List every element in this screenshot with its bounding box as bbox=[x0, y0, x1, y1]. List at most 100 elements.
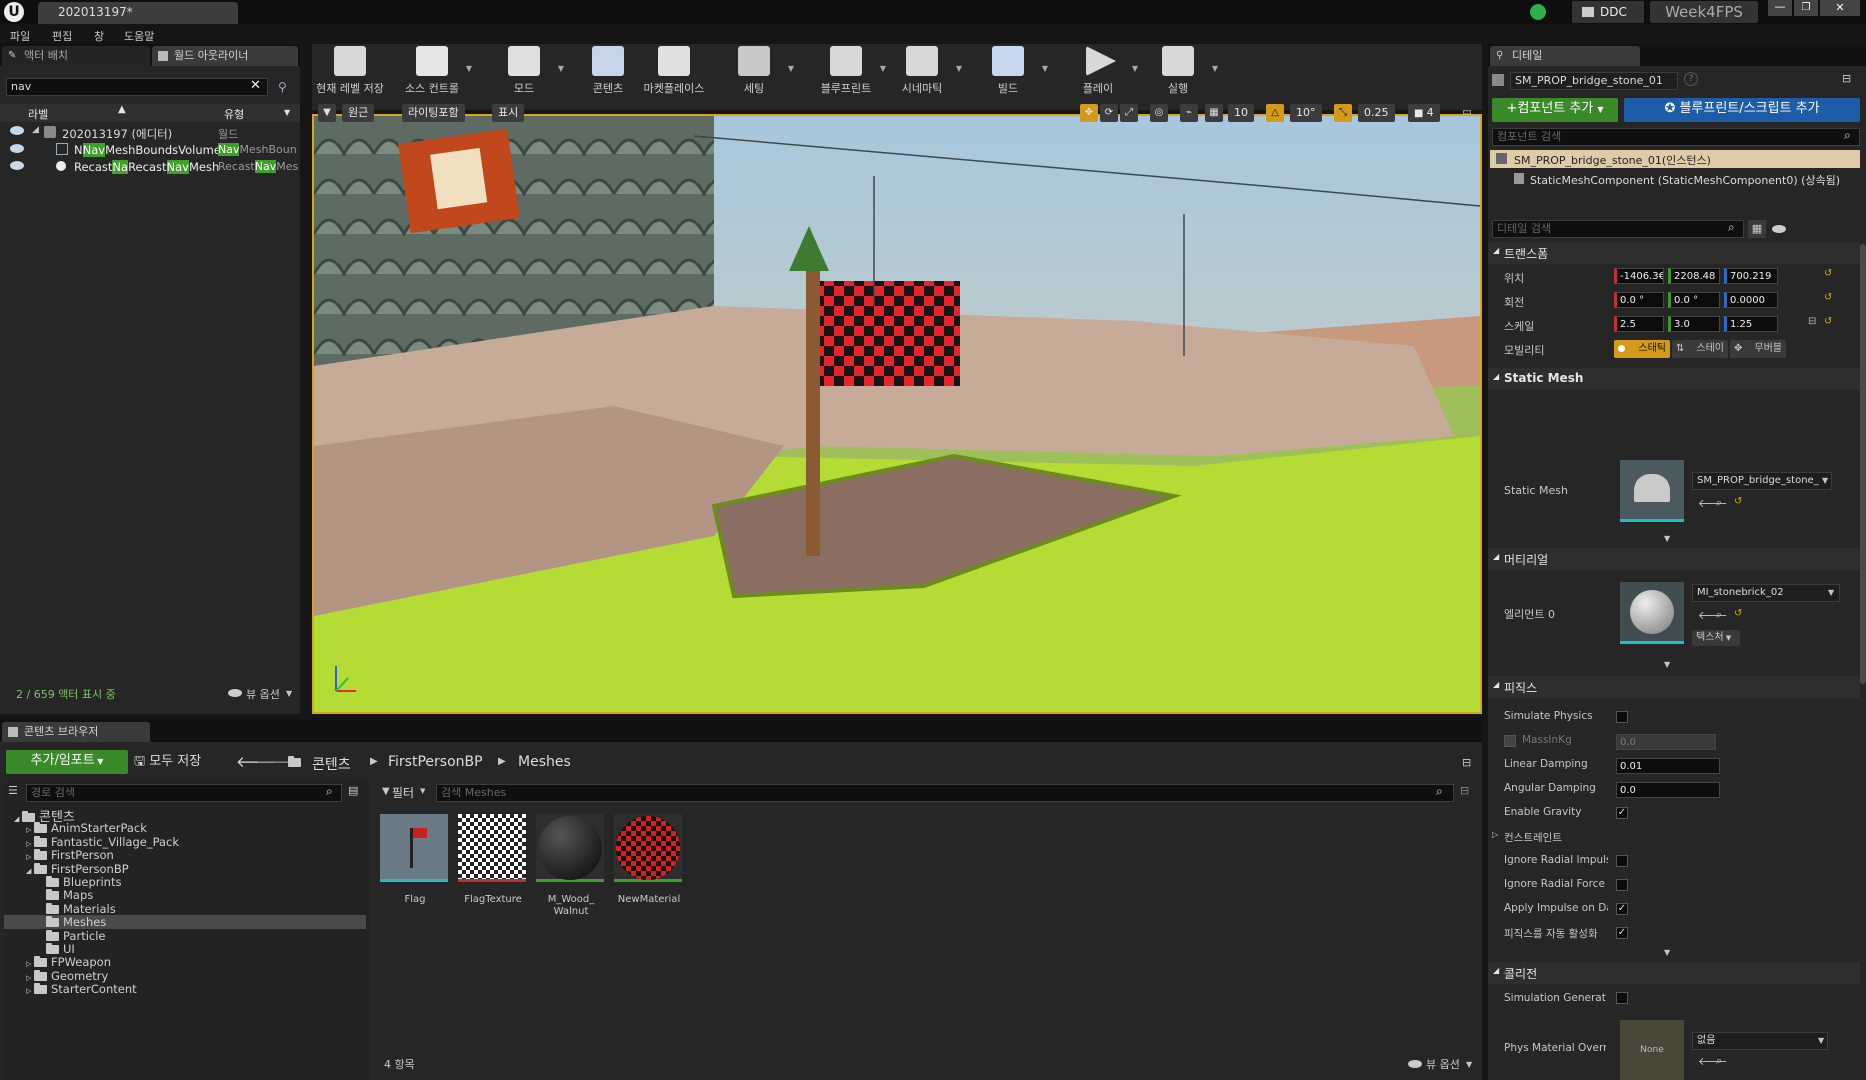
material-combo[interactable]: MI_stonebrick_02 bbox=[1692, 584, 1840, 602]
dropdown-icon[interactable]: ▼ bbox=[1042, 64, 1048, 73]
add-component-button[interactable]: +컴포넌트 추가 ▼ bbox=[1492, 98, 1618, 122]
toolbar-button-play[interactable]: 플레이 ▼ bbox=[1064, 44, 1138, 96]
dropdown-icon[interactable]: ▼ bbox=[1132, 64, 1138, 73]
phys-material-combo[interactable]: 없음 bbox=[1692, 1032, 1828, 1050]
eye-icon[interactable] bbox=[10, 126, 24, 135]
view-list-icon[interactable]: ▤ bbox=[348, 784, 358, 797]
dropdown-icon[interactable]: ▼ bbox=[788, 64, 794, 73]
breadcrumb-firstpersonbp[interactable]: FirstPersonBP bbox=[388, 754, 483, 770]
expand-arrow-icon[interactable]: ▷ bbox=[1492, 830, 1498, 839]
breadcrumb-meshes[interactable]: Meshes bbox=[518, 754, 571, 770]
dropdown-icon[interactable]: ▼ bbox=[1818, 1036, 1824, 1045]
toolbar-button-cinematics[interactable]: 시네마틱 ▼ bbox=[888, 44, 962, 96]
collapsed-arrow-icon[interactable]: ▷ bbox=[26, 826, 34, 834]
toolbar-button-source-control[interactable]: 소스 컨트롤 ▼ bbox=[398, 44, 472, 96]
col-type[interactable]: 유형 bbox=[224, 106, 244, 122]
reset-icon[interactable]: ↺ bbox=[1824, 268, 1832, 279]
help-icon[interactable]: ? bbox=[1684, 72, 1698, 86]
use-selected-arrow-icon[interactable]: 🡐 bbox=[1698, 1054, 1728, 1068]
browse-icon[interactable]: ⌕ bbox=[1716, 608, 1722, 622]
transform-section-header[interactable]: ◢ 트랜스폼 bbox=[1488, 242, 1860, 264]
physics-checkbox[interactable] bbox=[1616, 711, 1628, 723]
rotation-x-input[interactable]: 0.0 ° bbox=[1614, 292, 1664, 308]
mobility-stationary-button[interactable]: ⇅ 스테이 bbox=[1672, 340, 1728, 358]
folder-tree-item[interactable]: Maps bbox=[4, 888, 366, 902]
rotate-icon[interactable]: ⟳ bbox=[1100, 104, 1118, 122]
component-instance-row[interactable]: SM_PROP_bridge_stone_01(인스턴스) bbox=[1490, 150, 1860, 168]
toolbar-button-save[interactable]: 현재 레벨 저장 bbox=[316, 44, 384, 96]
lock-scale-icon[interactable]: ⊟ bbox=[1808, 316, 1816, 327]
camera-speed-button[interactable]: ■ 4 bbox=[1408, 104, 1440, 122]
physics-checkbox[interactable]: ✓ bbox=[1616, 927, 1628, 939]
folder-tree-item[interactable]: ▷ AnimStarterPack bbox=[4, 821, 366, 835]
menu-edit[interactable]: 편집 bbox=[52, 28, 72, 44]
folder-tree-item[interactable]: Meshes bbox=[4, 915, 366, 930]
phys-material-thumbnail[interactable]: None bbox=[1620, 1020, 1684, 1080]
breadcrumb-separator-icon[interactable]: ▶ bbox=[370, 756, 378, 767]
tab-place-actors[interactable]: ✎ 액터 배치 bbox=[2, 46, 150, 66]
dropdown-icon[interactable]: ▼ bbox=[956, 64, 962, 73]
location-x-input[interactable]: -1406.3€ bbox=[1614, 268, 1664, 284]
use-selected-arrow-icon[interactable]: 🡐 bbox=[1698, 496, 1728, 510]
folder-tree-item[interactable]: Blueprints bbox=[4, 875, 366, 889]
dropdown-icon[interactable]: ▼ bbox=[1212, 64, 1218, 73]
reset-icon[interactable]: ↺ bbox=[1734, 608, 1742, 619]
property-matrix-icon[interactable]: ▦ bbox=[1748, 220, 1766, 238]
actor-name-input[interactable]: SM_PROP_bridge_stone_01 bbox=[1510, 72, 1678, 90]
clear-search-icon[interactable]: ✕ bbox=[250, 78, 261, 93]
world-local-icon[interactable]: ◎ bbox=[1150, 104, 1168, 122]
translate-icon[interactable]: ✥ bbox=[1080, 104, 1098, 122]
rotation-snap-value[interactable]: 10° bbox=[1290, 104, 1322, 122]
minimize-button[interactable]: — bbox=[1768, 0, 1792, 16]
location-z-input[interactable]: 700.219 bbox=[1724, 268, 1778, 284]
scale-x-input[interactable]: 2.5 bbox=[1614, 316, 1664, 332]
asset-tile[interactable]: FlagTexture bbox=[458, 814, 528, 924]
physics-value-input[interactable]: 0.01 bbox=[1616, 758, 1720, 774]
toolbar-button-build[interactable]: 빌드 ▼ bbox=[974, 44, 1048, 96]
pin-icon[interactable]: ⚲ bbox=[278, 80, 292, 94]
folder-tree-item[interactable]: ▷ Geometry bbox=[4, 969, 366, 983]
col-label[interactable]: 라벨 bbox=[28, 106, 48, 122]
path-search-input[interactable]: 경로 검색 bbox=[26, 784, 342, 802]
override-mass-checkbox[interactable] bbox=[1504, 735, 1516, 747]
menu-window[interactable]: 창 bbox=[94, 28, 104, 44]
physics-checkbox[interactable] bbox=[1616, 879, 1628, 891]
expand-more-icon[interactable]: ▼ bbox=[1664, 948, 1670, 957]
folder-tree-item[interactable]: ▷ FPWeapon bbox=[4, 955, 366, 969]
collapsed-arrow-icon[interactable]: ▷ bbox=[26, 960, 34, 968]
toolbar-button-modes[interactable]: 모드 ▼ bbox=[490, 44, 564, 96]
static-mesh-thumbnail[interactable] bbox=[1620, 460, 1684, 522]
perspective-button[interactable]: 원근 bbox=[342, 104, 375, 122]
collapsed-arrow-icon[interactable]: ▷ bbox=[26, 987, 34, 995]
textures-button[interactable]: 텍스처 ▼ bbox=[1692, 630, 1740, 646]
collision-section-header[interactable]: ◢ 콜리전 bbox=[1488, 962, 1860, 984]
detail-search-input[interactable]: 디테일 검색 bbox=[1492, 220, 1744, 238]
reset-icon[interactable]: ↺ bbox=[1824, 292, 1832, 303]
mobility-static-button[interactable]: 스태틱 bbox=[1614, 340, 1670, 358]
browse-icon[interactable]: ⌕ bbox=[1716, 496, 1722, 510]
maximize-viewport-icon[interactable]: ▭ bbox=[1458, 104, 1476, 122]
menu-help[interactable]: 도움말 bbox=[124, 28, 154, 44]
view-options-dropdown-icon[interactable]: ▼ bbox=[1466, 1060, 1472, 1069]
dropdown-icon[interactable]: ▼ bbox=[466, 64, 472, 73]
show-button[interactable]: 표시 bbox=[492, 104, 525, 122]
expand-more-icon[interactable]: ▼ bbox=[1664, 660, 1670, 669]
view-options-eye-icon[interactable] bbox=[228, 689, 242, 697]
reset-icon[interactable]: ↺ bbox=[1734, 496, 1742, 507]
component-static-mesh-row[interactable]: StaticMeshComponent (StaticMeshComponent… bbox=[1490, 170, 1860, 188]
outliner-row-recastnavmesh[interactable]: RecastNaRecastNavMesh RecastNavMes bbox=[0, 158, 300, 175]
location-label[interactable]: 위치 bbox=[1504, 270, 1524, 286]
tab-content-browser[interactable]: 콘텐츠 브라우저 bbox=[2, 722, 150, 742]
grid-snap-value[interactable]: 10 bbox=[1228, 104, 1254, 122]
asset-tile[interactable]: M_Wood_ Walnut bbox=[536, 814, 606, 924]
rotation-z-input[interactable]: 0.0000 bbox=[1724, 292, 1778, 308]
toolbar-button-blueprint[interactable]: 블루프린트 ▼ bbox=[812, 44, 886, 96]
expand-arrow-icon[interactable]: ◢ bbox=[32, 125, 39, 135]
static-mesh-section-header[interactable]: ◢ Static Mesh bbox=[1488, 368, 1860, 390]
simulation-generates-checkbox[interactable] bbox=[1616, 992, 1628, 1004]
collapse-sources-icon[interactable]: ☰ bbox=[8, 784, 18, 797]
physics-value-input[interactable]: 0.0 bbox=[1616, 782, 1720, 798]
toolbar-button-settings[interactable]: 세팅 ▼ bbox=[720, 44, 794, 96]
toolbar-button-content[interactable]: 콘텐츠 bbox=[574, 44, 642, 96]
physics-value-input[interactable]: 0.0 bbox=[1616, 734, 1716, 750]
